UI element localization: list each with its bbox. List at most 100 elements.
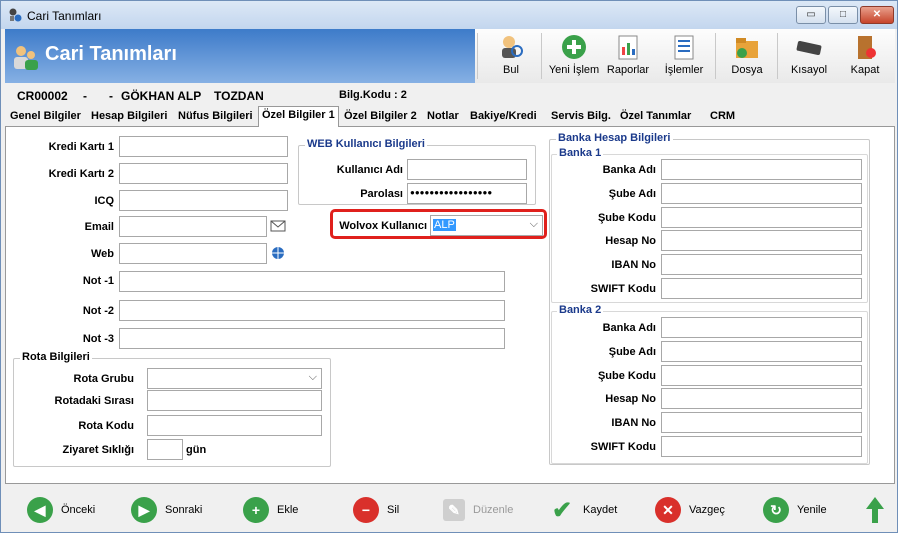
tab-ozel-bilgiler-2[interactable]: Özel Bilgiler 2	[341, 108, 420, 126]
header-banner: Cari Tanımları	[5, 29, 475, 83]
sil-label: Sil	[387, 504, 400, 516]
plus-icon: +	[243, 497, 269, 523]
tab-ozel-bilgiler-1[interactable]: Özel Bilgiler 1	[258, 106, 339, 127]
banka-1-adi-input[interactable]	[661, 159, 862, 180]
icq-input[interactable]	[119, 190, 288, 211]
yenile-label: Yenile	[797, 504, 827, 516]
sube-adi-label: Şube Adı	[608, 346, 656, 358]
tab-bakiye-kredi[interactable]: Bakiye/Kredi	[467, 108, 540, 126]
refresh-icon: ↻	[763, 497, 789, 523]
window-title: Cari Tanımları	[27, 9, 102, 23]
tab-strip: Genel Bilgiler Hesap Bilgileri Nüfus Bil…	[5, 106, 895, 127]
tab-genel-bilgiler[interactable]: Genel Bilgiler	[7, 108, 84, 126]
minimize-button[interactable]: ▭	[796, 6, 826, 24]
banka-2-sube-kodu-input[interactable]	[661, 365, 862, 386]
rotadaki-sirasi-input[interactable]	[147, 390, 322, 411]
islemler-button[interactable]: İşlemler	[661, 31, 707, 81]
rotadaki-sirasi-label: Rotadaki Sırası	[54, 395, 134, 407]
yenile-button[interactable]: ↻ Yenile	[763, 496, 827, 524]
wolvox-kullanici-label: Wolvox Kullanıcı	[339, 220, 427, 232]
rota-kodu-label: Rota Kodu	[78, 420, 134, 432]
wolvox-kullanici-select[interactable]: ALP ⌵	[430, 215, 543, 236]
swift-label: SWIFT Kodu	[590, 283, 656, 295]
kredi-karti-1-input[interactable]	[119, 136, 288, 157]
web-group-title: WEB Kullanıcı Bilgileri	[305, 138, 427, 150]
close-icon: ✕	[872, 9, 882, 20]
kullanici-adi-input[interactable]	[407, 159, 527, 180]
bul-button[interactable]: Bul	[491, 31, 531, 81]
kredi-karti-2-label: Kredi Kartı 2	[48, 168, 114, 180]
rota-kodu-input[interactable]	[147, 415, 322, 436]
not-1-label: Not -1	[82, 275, 114, 287]
email-label: Email	[84, 221, 114, 233]
banka-group-title: Banka Hesap Bilgileri	[556, 132, 673, 144]
banka-2-adi-input[interactable]	[661, 317, 862, 338]
kaydet-button[interactable]: ✔ Kaydet	[549, 496, 617, 524]
banka-1-swift-input[interactable]	[661, 278, 862, 299]
banka-2-sube-input[interactable]	[661, 341, 862, 362]
kredi-karti-2-input[interactable]	[119, 163, 288, 184]
maximize-icon: □	[839, 9, 847, 20]
banka-2-iban-input[interactable]	[661, 412, 862, 433]
banka-1-sube-input[interactable]	[661, 183, 862, 204]
tab-servis-bilg[interactable]: Servis Bilg.	[548, 108, 614, 126]
not-2-input[interactable]	[119, 300, 505, 321]
tab-crm[interactable]: CRM	[707, 108, 738, 126]
banka-2-swift-input[interactable]	[661, 436, 862, 457]
rota-grubu-select[interactable]: ⌵	[147, 368, 322, 389]
web-label: Web	[90, 248, 114, 260]
maximize-button[interactable]: □	[828, 6, 858, 24]
not-1-input[interactable]	[119, 271, 505, 292]
raporlar-button[interactable]: Raporlar	[605, 31, 651, 81]
kisayol-button[interactable]: Kısayol	[787, 31, 831, 81]
sube-kodu-label: Şube Kodu	[597, 212, 656, 224]
hesap-no-label: Hesap No	[605, 393, 656, 405]
tab-notlar[interactable]: Notlar	[424, 108, 462, 126]
kaydet-label: Kaydet	[583, 504, 618, 516]
kullanici-adi-label: Kullanıcı Adı	[336, 164, 403, 176]
islemler-label: İşlemler	[664, 64, 704, 76]
parola-input[interactable]: ●●●●●●●●●●●●●●●●●	[407, 183, 527, 204]
banka-1-iban-input[interactable]	[661, 254, 862, 275]
banka-2-hesap-input[interactable]	[661, 388, 862, 409]
title-bar: Cari Tanımları ▭ □ ✕	[1, 1, 897, 29]
globe-icon[interactable]	[270, 246, 286, 260]
arrow-up-icon[interactable]	[865, 496, 885, 524]
info-separator: -	[83, 89, 87, 103]
yeni-islem-button[interactable]: Yeni İşlem	[547, 31, 601, 81]
sube-adi-label: Şube Adı	[608, 188, 656, 200]
tab-content-panel: Kredi Kartı 1 Kredi Kartı 2 ICQ Email We…	[5, 126, 895, 484]
web-input[interactable]	[119, 243, 267, 264]
banka-1-hesap-input[interactable]	[661, 230, 862, 251]
duzenle-button[interactable]: ✎ Düzenle	[443, 496, 513, 524]
gun-label: gün	[186, 444, 207, 456]
close-button[interactable]: ✕	[860, 6, 894, 24]
ekle-button[interactable]: + Ekle	[243, 496, 298, 524]
sonraki-label: Sonraki	[165, 504, 203, 516]
banka-hesap-group: Banka Hesap Bilgileri Banka 1 Banka Adı …	[549, 132, 870, 465]
users-icon	[14, 46, 38, 70]
ziyaret-sikligi-input[interactable]	[147, 439, 183, 460]
banka-adi-label: Banka Adı	[602, 164, 656, 176]
not-3-input[interactable]	[119, 328, 505, 349]
tab-hesap-bilgileri[interactable]: Hesap Bilgileri	[88, 108, 170, 126]
bul-label: Bul	[503, 64, 519, 76]
banka-1-sube-kodu-input[interactable]	[661, 207, 862, 228]
yeni-islem-label: Yeni İşlem	[548, 64, 600, 76]
email-send-icon[interactable]	[270, 219, 286, 233]
ziyaret-sikligi-label: Ziyaret Sıklığı	[62, 444, 134, 456]
tab-nufus-bilgileri[interactable]: Nüfus Bilgileri	[175, 108, 256, 126]
sonraki-button[interactable]: ▶ Sonraki	[131, 496, 202, 524]
dosya-button[interactable]: Dosya	[727, 31, 767, 81]
vazgec-button[interactable]: ✕ Vazgeç	[655, 496, 725, 524]
onceki-button[interactable]: ◀ Önceki	[27, 496, 95, 524]
arrow-right-icon: ▶	[131, 497, 157, 523]
cari-name: GÖKHAN ALP	[121, 89, 202, 103]
tab-ozel-tanimlar[interactable]: Özel Tanımlar	[617, 108, 694, 126]
ekle-label: Ekle	[277, 504, 299, 516]
cancel-icon: ✕	[655, 497, 681, 523]
email-input[interactable]	[119, 216, 267, 237]
kapat-button[interactable]: Kapat	[845, 31, 885, 81]
sil-button[interactable]: − Sil	[353, 496, 399, 524]
vazgec-label: Vazgeç	[689, 504, 725, 516]
